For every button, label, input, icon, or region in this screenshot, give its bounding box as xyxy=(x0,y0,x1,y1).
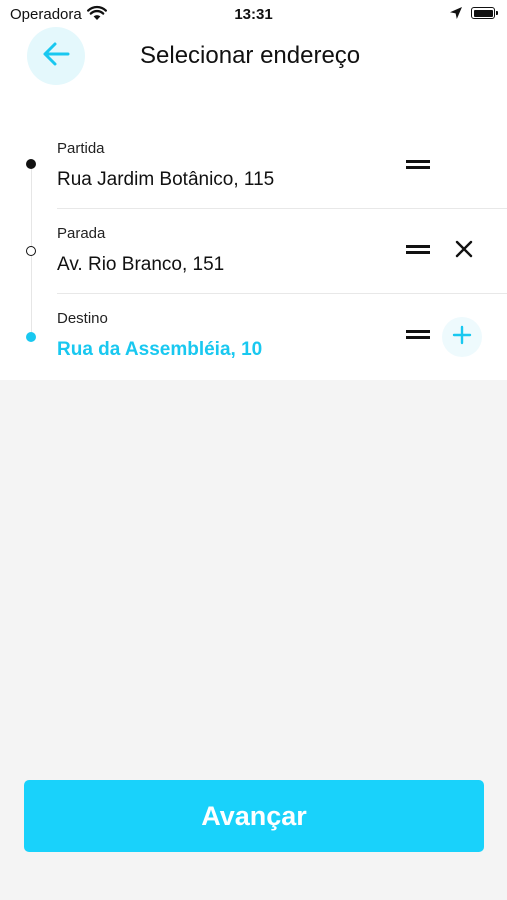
location-arrow-icon xyxy=(449,6,463,24)
stop-field[interactable]: Parada Av. Rio Branco, 151 xyxy=(57,209,507,294)
plus-icon xyxy=(452,325,472,350)
origin-dot-icon xyxy=(26,159,36,169)
add-stop-button[interactable] xyxy=(442,317,482,357)
destination-address[interactable]: Rua da Assembléia, 10 xyxy=(57,339,262,361)
battery-full-icon xyxy=(471,7,498,19)
drag-handle-icon[interactable] xyxy=(406,160,430,170)
arrow-left-icon xyxy=(41,41,71,72)
drag-handle-icon[interactable] xyxy=(406,245,430,255)
origin-label: Partida xyxy=(57,140,105,157)
page-title: Selecionar endereço xyxy=(140,42,361,69)
destination-field[interactable]: Destino Rua da Assembléia, 10 xyxy=(57,294,507,379)
close-icon[interactable] xyxy=(452,237,476,261)
origin-field[interactable]: Partida Rua Jardim Botânico, 115 xyxy=(57,124,507,209)
drag-handle-icon[interactable] xyxy=(406,330,430,340)
stop-label: Parada xyxy=(57,225,106,242)
status-time: 13:31 xyxy=(234,6,273,23)
destination-dot-icon xyxy=(26,332,36,342)
stop-address[interactable]: Av. Rio Branco, 151 xyxy=(57,254,224,276)
stop-dot-icon xyxy=(26,246,36,256)
back-button[interactable] xyxy=(27,27,85,85)
advance-button[interactable]: Avançar xyxy=(24,780,484,852)
status-bar: Operadora 13:31 xyxy=(0,0,507,28)
origin-address[interactable]: Rua Jardim Botânico, 115 xyxy=(57,169,274,191)
destination-label: Destino xyxy=(57,310,108,327)
